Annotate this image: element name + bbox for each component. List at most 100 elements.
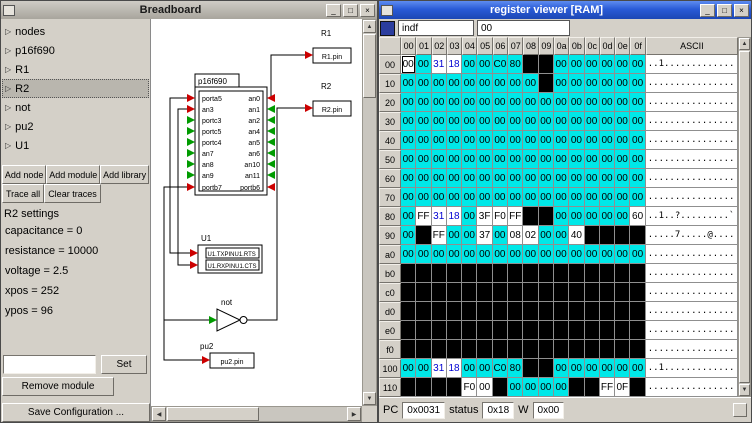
col-header[interactable]: 05	[477, 37, 492, 55]
row-header[interactable]: 00	[379, 55, 401, 74]
ram-cell[interactable]: 00	[539, 150, 554, 169]
attribute-input[interactable]	[3, 355, 96, 374]
ram-cell[interactable]	[462, 302, 477, 321]
clear-traces-button[interactable]: Clear traces	[44, 184, 101, 203]
ram-cell[interactable]: 00	[447, 169, 462, 188]
ram-cell[interactable]: 00	[462, 150, 477, 169]
ram-cell[interactable]	[539, 302, 554, 321]
ram-cell[interactable]: 00	[477, 245, 492, 264]
minimize-button[interactable]: _	[326, 4, 341, 17]
window-menu-icon[interactable]	[381, 5, 393, 16]
ram-cell[interactable]	[447, 378, 462, 397]
save-configuration-button[interactable]: Save Configuration ...	[2, 403, 150, 422]
ram-cell[interactable]	[554, 340, 569, 359]
ram-cell[interactable]: 00	[462, 93, 477, 112]
ram-cell[interactable]: 00	[569, 55, 584, 74]
scroll-down-icon[interactable]: ▼	[739, 384, 750, 396]
register-viewer-titlebar[interactable]: register viewer [RAM] _ □ ×	[379, 1, 751, 19]
ram-cell[interactable]	[585, 302, 600, 321]
ram-cell[interactable]: F0	[493, 207, 508, 226]
ram-cell[interactable]: 00	[539, 112, 554, 131]
ram-cell[interactable]: 0F	[615, 378, 630, 397]
row-header[interactable]: 70	[379, 188, 401, 207]
ram-cell[interactable]: 00	[493, 131, 508, 150]
ram-cell[interactable]: 00	[401, 245, 416, 264]
breadboard-titlebar[interactable]: Breadboard _ □ ×	[1, 1, 377, 19]
maximize-button[interactable]: □	[717, 4, 732, 17]
ram-cell[interactable]	[585, 340, 600, 359]
ram-cell[interactable]: 00	[523, 131, 538, 150]
row-header[interactable]: 90	[379, 226, 401, 245]
ram-cell[interactable]: FF	[432, 226, 447, 245]
ram-cell[interactable]: 00	[477, 131, 492, 150]
tree-item-u1[interactable]: ▷U1	[2, 136, 149, 155]
ram-cell[interactable]: 80	[508, 55, 523, 74]
ram-cell[interactable]: 00	[447, 74, 462, 93]
ram-cell[interactable]: 00	[600, 112, 615, 131]
ram-cell[interactable]: 00	[615, 245, 630, 264]
col-header[interactable]: 0f	[630, 37, 645, 55]
ram-cell[interactable]: 00	[554, 112, 569, 131]
row-header[interactable]: 50	[379, 150, 401, 169]
ram-cell[interactable]: 00	[569, 359, 584, 378]
tree-item-nodes[interactable]: ▷nodes	[2, 22, 149, 41]
ram-cell[interactable]	[615, 264, 630, 283]
ram-cell[interactable]: 00	[462, 226, 477, 245]
row-header[interactable]: 60	[379, 169, 401, 188]
ram-cell[interactable]: 00	[416, 150, 431, 169]
col-header[interactable]: 07	[508, 37, 523, 55]
breadboard-vertical-scrollbar[interactable]: ▲ ▼	[362, 19, 377, 406]
ram-cell[interactable]: 00	[432, 131, 447, 150]
ram-cell[interactable]: 00	[585, 93, 600, 112]
ram-cell[interactable]	[432, 264, 447, 283]
col-header[interactable]: 0c	[585, 37, 600, 55]
ram-cell[interactable]: 00	[462, 207, 477, 226]
ram-cell[interactable]	[432, 378, 447, 397]
ram-cell[interactable]: 00	[432, 245, 447, 264]
add-library-button[interactable]: Add library	[100, 165, 149, 184]
ram-cell[interactable]	[600, 302, 615, 321]
ram-cell[interactable]: 00	[447, 93, 462, 112]
ram-cell[interactable]: 00	[585, 112, 600, 131]
ram-cell[interactable]: 00	[432, 74, 447, 93]
ram-cell[interactable]: 00	[462, 359, 477, 378]
ram-cell[interactable]	[401, 340, 416, 359]
ram-cell[interactable]: 00	[477, 169, 492, 188]
row-header[interactable]: c0	[379, 283, 401, 302]
maximize-button[interactable]: □	[343, 4, 358, 17]
ram-cell[interactable]: 00	[615, 188, 630, 207]
ram-cell[interactable]	[508, 340, 523, 359]
tree-item-not[interactable]: ▷not	[2, 98, 149, 117]
ram-cell[interactable]	[615, 226, 630, 245]
ram-cell[interactable]: 00	[630, 169, 645, 188]
col-header[interactable]: 0a	[554, 37, 569, 55]
ram-cell[interactable]	[523, 55, 538, 74]
remove-module-button[interactable]: Remove module	[2, 377, 114, 396]
ram-cell[interactable]: 00	[493, 150, 508, 169]
minimize-button[interactable]: _	[700, 4, 715, 17]
ram-cell[interactable]: 18	[447, 207, 462, 226]
ram-cell[interactable]	[615, 321, 630, 340]
ram-cell[interactable]	[432, 302, 447, 321]
ram-cell[interactable]	[401, 378, 416, 397]
col-header[interactable]: 02	[432, 37, 447, 55]
row-header[interactable]: 20	[379, 93, 401, 112]
ram-cell[interactable]: 00	[554, 359, 569, 378]
breadboard-canvas[interactable]: R1 R1.pin R2 R2.pin p16f690 porta5 an3 p…	[151, 19, 362, 406]
ram-cell[interactable]: 00	[585, 150, 600, 169]
ram-cell[interactable]	[539, 321, 554, 340]
ram-cell[interactable]	[569, 283, 584, 302]
ram-cell[interactable]	[508, 321, 523, 340]
ram-cell[interactable]: 00	[493, 169, 508, 188]
ram-cell[interactable]: 00	[477, 93, 492, 112]
breadboard-horizontal-scrollbar[interactable]: ◀ ▶	[151, 406, 362, 422]
ram-cell[interactable]: 00	[447, 245, 462, 264]
ram-cell[interactable]	[401, 283, 416, 302]
ram-cell[interactable]: 00	[600, 207, 615, 226]
row-header[interactable]: d0	[379, 302, 401, 321]
ram-cell[interactable]: 00	[447, 131, 462, 150]
not-gate[interactable]	[217, 309, 240, 331]
ram-cell[interactable]	[416, 302, 431, 321]
ram-cell[interactable]: 00	[523, 112, 538, 131]
ram-cell[interactable]: 00	[477, 378, 492, 397]
